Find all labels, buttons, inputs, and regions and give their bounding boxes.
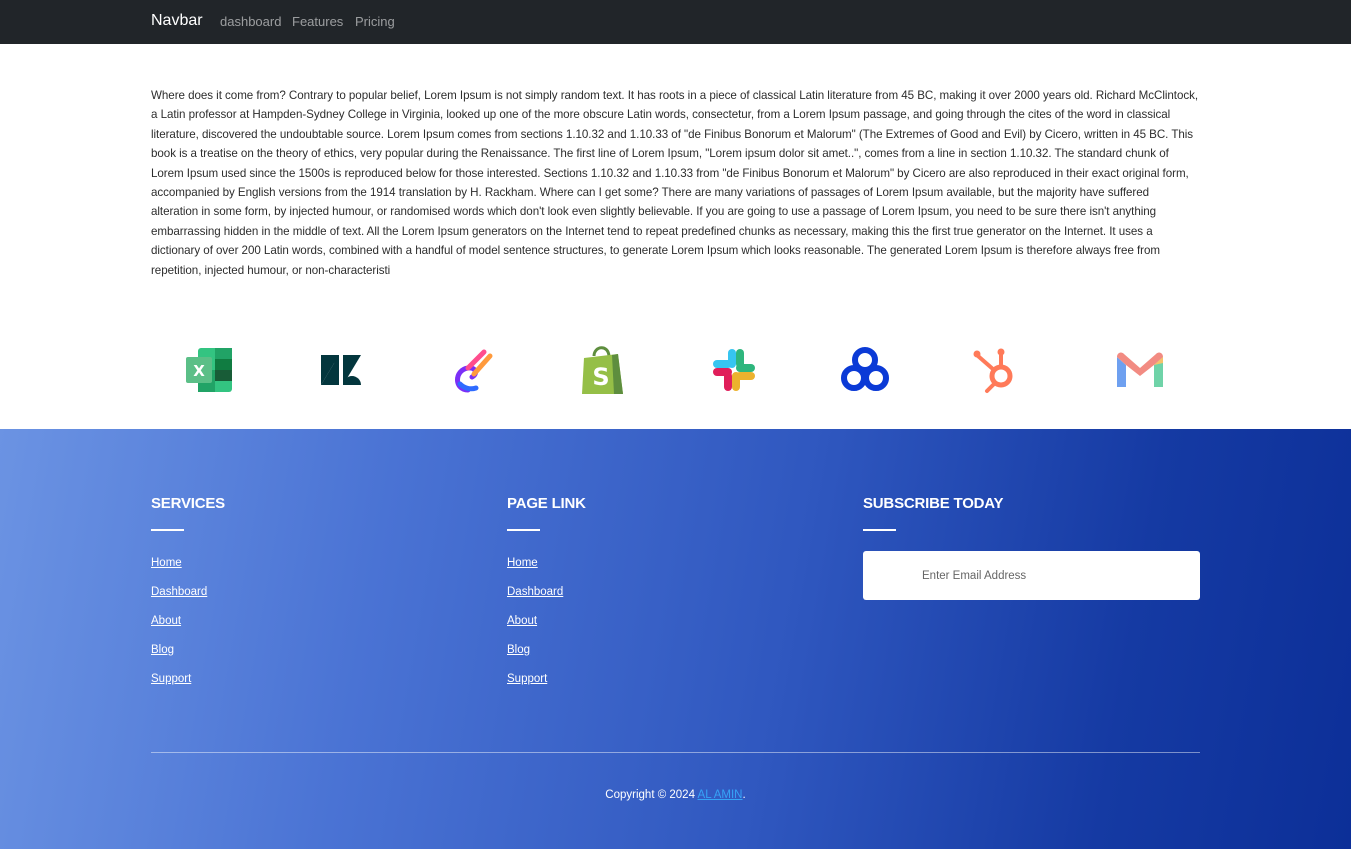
title-underline xyxy=(507,529,540,531)
svg-text:X: X xyxy=(193,362,205,380)
footer-divider xyxy=(151,752,1200,753)
page-link-dashboard[interactable]: Dashboard xyxy=(507,586,563,598)
copyright-text: Copyright © 2024 AL AMIN. xyxy=(0,789,1351,801)
loop-icon xyxy=(413,321,531,419)
page-link-home[interactable]: Home xyxy=(507,557,538,569)
nav-link-features[interactable]: Features xyxy=(292,14,343,29)
services-link-dashboard[interactable]: Dashboard xyxy=(151,586,207,598)
copyright-suffix: . xyxy=(742,789,746,801)
slack-icon xyxy=(675,321,793,419)
svg-text:S: S xyxy=(592,363,609,391)
services-link-blog[interactable]: Blog xyxy=(151,644,174,656)
circles-icon xyxy=(806,321,924,419)
page-link-title: PAGE LINK xyxy=(507,495,586,512)
services-column: SERVICES Home Dashboard About Blog Suppo… xyxy=(151,495,225,698)
services-links: Home Dashboard About Blog Support xyxy=(151,553,225,698)
page-link-column: PAGE LINK Home Dashboard About Blog Supp… xyxy=(507,495,586,698)
partner-logos: X S xyxy=(151,321,1199,419)
navbar-brand[interactable]: Navbar xyxy=(151,12,203,30)
copyright-prefix: Copyright © 2024 xyxy=(605,789,698,801)
subscribe-column: SUBSCRIBE TODAY xyxy=(863,495,1004,531)
nav-link-pricing[interactable]: Pricing xyxy=(355,14,395,29)
hubspot-icon xyxy=(937,321,1055,419)
gmail-icon xyxy=(1081,321,1199,419)
subscribe-title: SUBSCRIBE TODAY xyxy=(863,495,1004,512)
page-link-support[interactable]: Support xyxy=(507,673,547,685)
page-links: Home Dashboard About Blog Support xyxy=(507,553,586,698)
services-link-support[interactable]: Support xyxy=(151,673,191,685)
services-link-home[interactable]: Home xyxy=(151,557,182,569)
title-underline xyxy=(863,529,896,531)
title-underline xyxy=(151,529,184,531)
shopify-icon: S xyxy=(544,321,662,419)
zendesk-icon xyxy=(282,321,400,419)
intro-paragraph: Where does it come from? Contrary to pop… xyxy=(151,89,1199,277)
page-link-about[interactable]: About xyxy=(507,615,537,627)
site-footer: SERVICES Home Dashboard About Blog Suppo… xyxy=(0,429,1351,849)
author-link[interactable]: AL AMIN xyxy=(698,789,743,801)
email-input[interactable] xyxy=(863,551,1200,600)
page-link-blog[interactable]: Blog xyxy=(507,644,530,656)
services-link-about[interactable]: About xyxy=(151,615,181,627)
services-title: SERVICES xyxy=(151,495,225,512)
excel-icon: X xyxy=(151,321,269,419)
nav-link-dashboard[interactable]: dashboard xyxy=(220,14,281,29)
top-navbar: Navbar dashboard Features Pricing xyxy=(0,0,1351,44)
